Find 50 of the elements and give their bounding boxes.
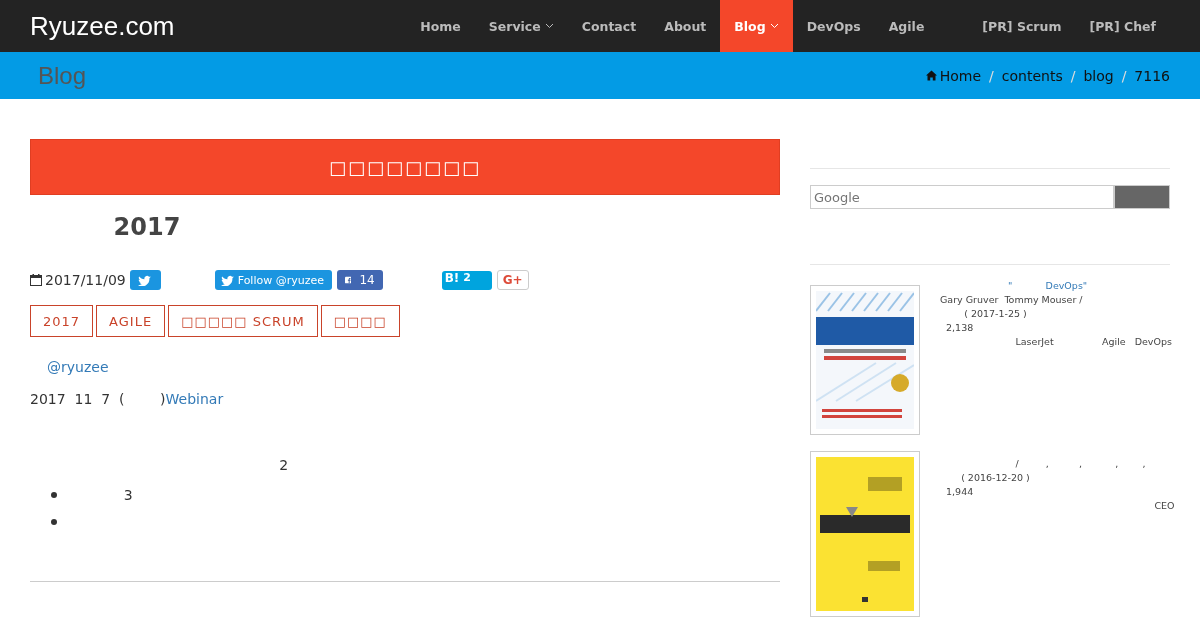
nav-link[interactable]: [PR] Chef xyxy=(1075,0,1170,52)
page-title: Blog xyxy=(38,61,87,90)
tag-link[interactable]: □□□□□ SCRUM xyxy=(168,305,318,337)
post-date: 2017/11/09 xyxy=(45,272,126,288)
book-info-text: / , , , , xyxy=(1014,457,1147,471)
nav-link[interactable]: Home xyxy=(406,0,475,52)
breadcrumb-link[interactable]: blog xyxy=(1083,67,1114,84)
tag-link[interactable]: AGILE xyxy=(96,305,166,337)
nav-link[interactable]: Service xyxy=(474,0,568,52)
twitter-icon xyxy=(137,274,151,286)
breadcrumb-separator: / xyxy=(1070,67,1076,84)
book-info-text: ( 2016-12-20 ) xyxy=(960,471,1031,485)
twitter-icon xyxy=(220,274,234,286)
breadcrumb-separator: / xyxy=(989,67,994,84)
search-field[interactable]: Google xyxy=(810,185,1114,209)
body-text: 2 xyxy=(278,456,290,475)
site-logo[interactable]: Ryuzee.com xyxy=(30,10,175,42)
nav-link[interactable]: Blog xyxy=(720,0,793,52)
nav-link[interactable]: Contact xyxy=(567,0,651,52)
book-info-text: LaserJet Agile DevOps xyxy=(1014,335,1170,349)
tag-link[interactable]: □□□□ xyxy=(320,305,400,337)
bullet-icon xyxy=(51,518,57,525)
tweet-button[interactable] xyxy=(129,270,161,290)
book-info-text: 2,138 xyxy=(945,321,975,335)
book-info-text: 1,944 xyxy=(945,485,975,499)
book-info-text: Gary Gruver Tommy Mouser / xyxy=(940,293,1084,307)
nav-link[interactable]: About xyxy=(650,0,721,52)
follow-button[interactable]: Follow @ryuzee xyxy=(214,270,332,290)
home-icon xyxy=(925,70,937,81)
nav-link[interactable]: Agile xyxy=(874,0,939,52)
author-link[interactable]: @ryuzee xyxy=(47,359,109,375)
event-date-text: 2017 11 7 ( ) xyxy=(30,391,166,407)
post-banner: □□□□□□□□ xyxy=(30,139,780,195)
search-button[interactable] xyxy=(1114,185,1170,209)
facebook-share-button[interactable]: 14 xyxy=(336,270,383,290)
post-title: 2017 xyxy=(112,213,182,243)
calendar-icon xyxy=(30,274,42,286)
breadcrumb-link[interactable]: Home xyxy=(925,67,982,84)
nav-link[interactable]: DevOps xyxy=(792,0,875,52)
breadcrumb-link[interactable]: contents xyxy=(1001,67,1063,84)
nav-link[interactable]: [PR] Scrum xyxy=(968,0,1076,52)
book-info-text: ( 2017-1-25 ) xyxy=(963,307,1028,321)
google-plus-button[interactable]: G+ xyxy=(496,270,529,290)
list-item-text: 3 xyxy=(122,486,133,503)
tag-link[interactable]: 2017 xyxy=(30,305,94,337)
breadcrumb-separator: / xyxy=(1121,67,1127,84)
webinar-link[interactable]: Webinar xyxy=(165,391,224,407)
book-title-link[interactable]: " DevOps" xyxy=(940,279,1170,293)
bullet-icon xyxy=(51,491,57,498)
breadcrumb-current[interactable]: 7116 xyxy=(1134,67,1170,84)
